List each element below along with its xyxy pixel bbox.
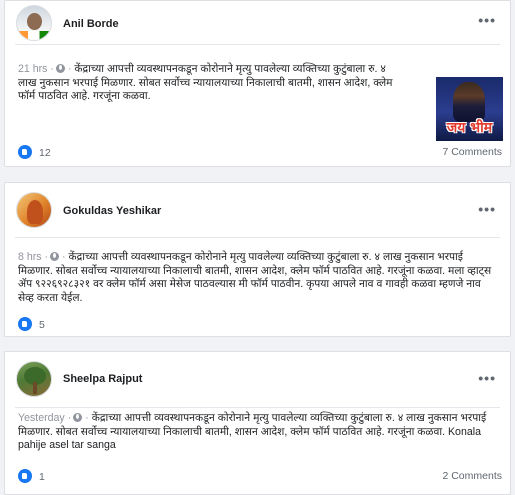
post-header: Anil Borde •••: [5, 1, 510, 41]
post-card: Sheelpa Rajput ••• Yesterday · · केंद्राच…: [4, 351, 511, 495]
separator: ·: [50, 63, 54, 75]
separator: ·: [44, 251, 49, 263]
post-footer: 1 2 Comments: [5, 466, 510, 486]
post-text: 21 hrs · · केंद्राच्या आपत्ती व्यवस्थापनक…: [18, 63, 393, 103]
avatar-figure: [27, 200, 43, 224]
post-card: Anil Borde ••• 21 hrs · · केंद्राच्या आपत…: [4, 0, 511, 167]
post-header: Gokuldas Yeshikar •••: [5, 183, 510, 228]
post-time[interactable]: 8 hrs: [18, 251, 42, 263]
avatar-trunk: [33, 382, 37, 394]
post-message: केंद्राच्या आपत्ती व्यवस्थापनकडून कोरोना…: [18, 251, 492, 304]
more-options-icon[interactable]: •••: [478, 13, 496, 27]
avatar[interactable]: [16, 361, 52, 397]
divider: [15, 44, 500, 45]
flag-stripes: [17, 31, 51, 40]
post-time[interactable]: Yesterday: [18, 412, 65, 424]
portrait-figure: [453, 82, 485, 122]
like-icon[interactable]: [18, 317, 32, 331]
post-time[interactable]: 21 hrs: [18, 63, 47, 75]
more-options-icon[interactable]: •••: [478, 202, 496, 216]
globe-icon: [50, 252, 60, 261]
post-message: केंद्राच्या आपत्ती व्यवस्थापनकडून कोरोना…: [18, 412, 487, 452]
post-card: Gokuldas Yeshikar ••• 8 hrs · · केंद्राच्…: [4, 182, 511, 337]
like-icon[interactable]: [18, 145, 32, 159]
post-image[interactable]: जय भीम: [436, 77, 503, 141]
globe-icon: [73, 413, 83, 422]
like-icon[interactable]: [18, 469, 32, 483]
post-header: Sheelpa Rajput •••: [5, 352, 510, 397]
globe-icon: [55, 64, 65, 73]
divider: [15, 237, 500, 238]
author-name[interactable]: Gokuldas Yeshikar: [63, 205, 161, 217]
comments-link[interactable]: 2 Comments: [442, 470, 502, 482]
avatar[interactable]: [16, 5, 52, 41]
like-count[interactable]: 12: [39, 147, 51, 159]
author-name[interactable]: Sheelpa Rajput: [63, 373, 142, 385]
post-footer: 5: [5, 314, 510, 334]
post-text: 8 hrs · · केंद्राच्या आपत्ती व्यवस्थापनकड…: [18, 251, 492, 304]
post-footer: 12 7 Comments: [5, 142, 510, 162]
divider: [15, 407, 500, 408]
like-count[interactable]: 5: [39, 319, 45, 331]
post-text: Yesterday · · केंद्राच्या आपत्ती व्यवस्था…: [18, 412, 487, 452]
comments-link[interactable]: 7 Comments: [442, 146, 502, 158]
separator: ·: [67, 412, 72, 424]
avatar-face: [27, 13, 42, 30]
more-options-icon[interactable]: •••: [478, 371, 496, 385]
author-name[interactable]: Anil Borde: [63, 18, 119, 30]
post-message: केंद्राच्या आपत्ती व्यवस्थापनकडून कोरोना…: [18, 63, 393, 103]
image-caption: जय भीम: [446, 120, 493, 136]
avatar[interactable]: [16, 192, 52, 228]
like-count[interactable]: 1: [39, 471, 45, 483]
